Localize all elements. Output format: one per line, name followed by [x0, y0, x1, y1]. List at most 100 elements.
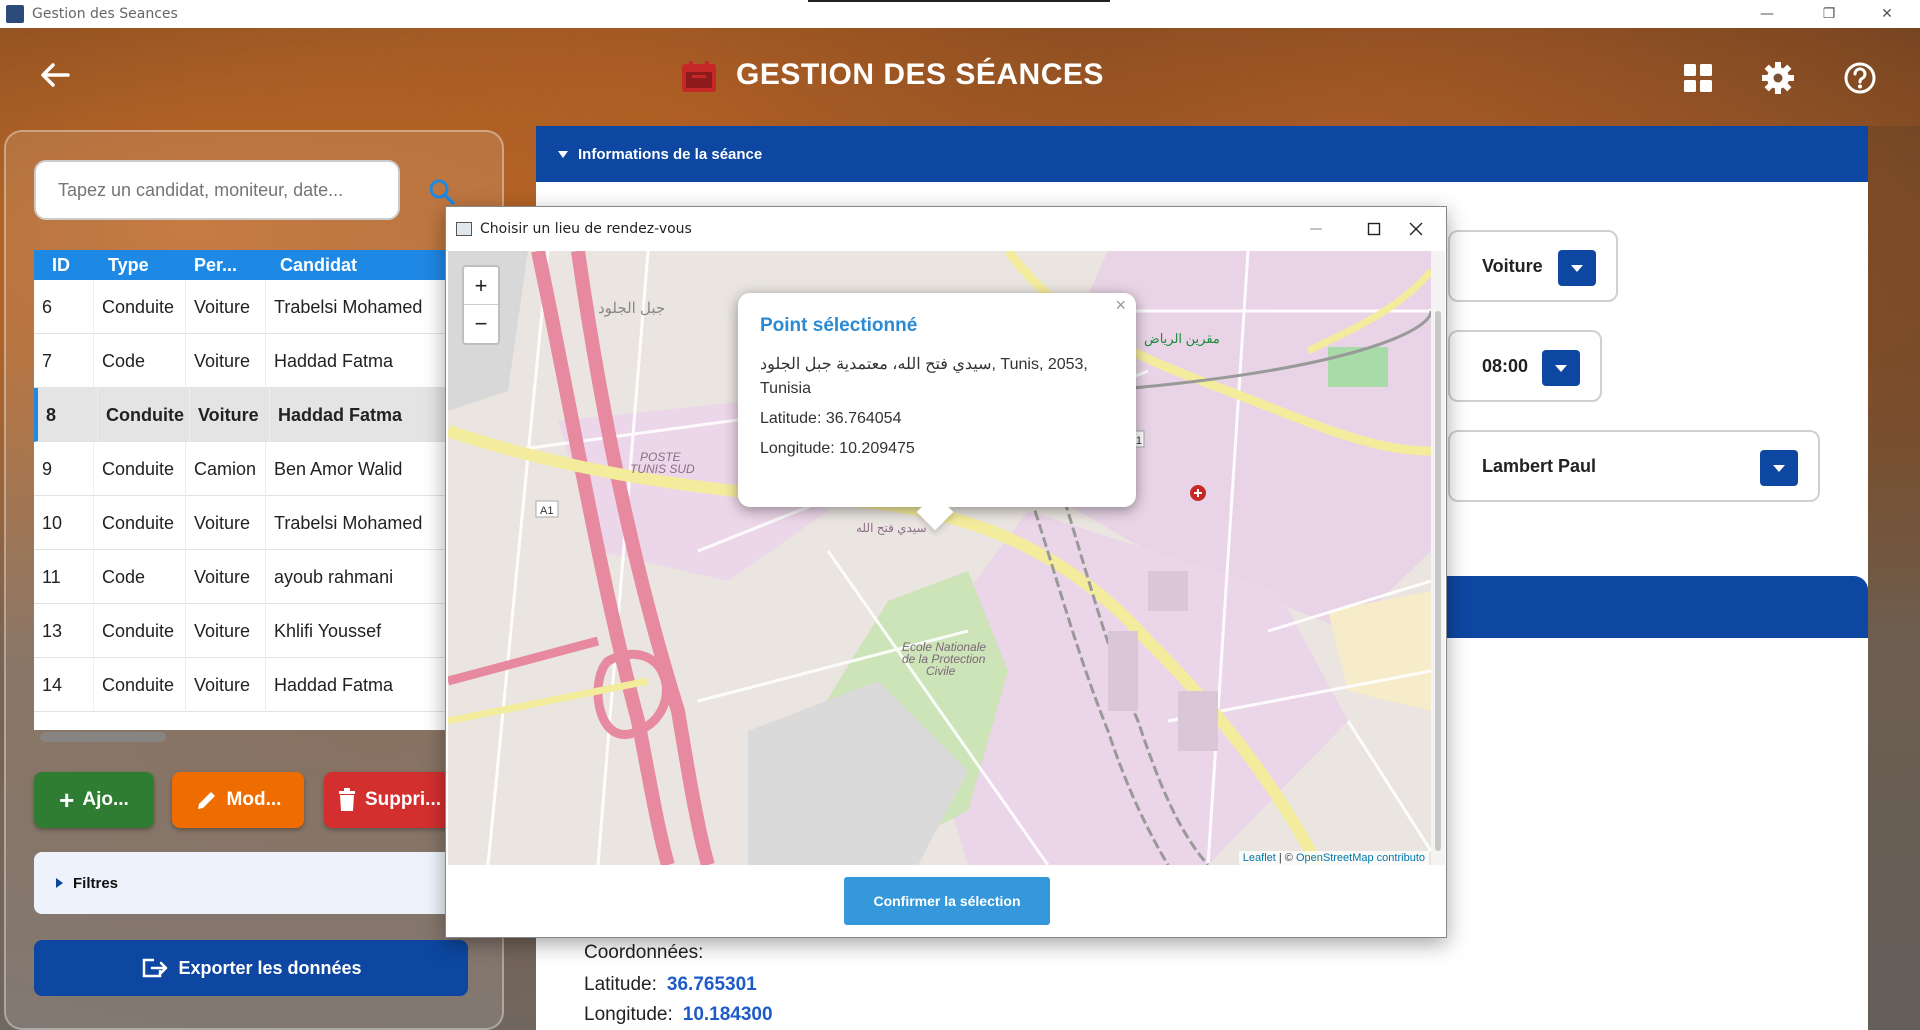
export-icon	[143, 958, 168, 978]
table-horizontal-scrollbar[interactable]	[40, 732, 166, 742]
gear-icon[interactable]	[1758, 58, 1798, 98]
cell-type: Conduite	[94, 495, 186, 550]
focus-indicator	[808, 0, 1110, 2]
cell-id: 7	[34, 333, 94, 388]
add-button[interactable]: + Ajo...	[34, 772, 154, 828]
table-row-selected[interactable]: 8 Conduite Voiture Haddad Fatma	[34, 387, 446, 442]
app-icon	[6, 5, 24, 23]
minimize-button[interactable]: —	[1744, 0, 1790, 28]
chevron-down-icon[interactable]	[1760, 450, 1798, 486]
latitude-label: Latitude:	[584, 974, 657, 995]
back-arrow-icon[interactable]	[38, 60, 72, 90]
help-icon[interactable]	[1840, 58, 1880, 98]
map-popup: × Point sélectionné سيدي فتح الله، معتمد…	[738, 293, 1136, 507]
dialog-title: Choisir un lieu de rendez-vous	[480, 221, 692, 237]
attribution-separator: | ©	[1275, 852, 1296, 864]
scrollbar-thumb[interactable]	[1435, 311, 1441, 851]
cell-candidat: Khlifi Youssef	[266, 603, 446, 658]
cell-id: 13	[34, 603, 94, 658]
collapse-arrow-icon	[558, 150, 568, 158]
chevron-down-icon[interactable]	[1542, 350, 1580, 386]
cell-permis: Voiture	[186, 603, 266, 658]
cell-permis: Voiture	[190, 387, 270, 442]
column-header-permis[interactable]: Per...	[186, 255, 266, 276]
plus-icon: +	[59, 785, 75, 815]
expand-arrow-icon	[56, 878, 63, 888]
table-row[interactable]: 13 Conduite Voiture Khlifi Youssef	[34, 603, 446, 658]
cell-id: 9	[34, 441, 94, 496]
popup-close-icon[interactable]: ×	[1115, 295, 1126, 316]
dialog-close-button[interactable]	[1394, 215, 1438, 243]
time-select[interactable]: 08:00	[1448, 330, 1602, 402]
popup-latitude: Latitude: 36.764054	[760, 410, 902, 427]
cell-id: 14	[34, 657, 94, 712]
section-header[interactable]	[1440, 576, 1868, 638]
cell-permis: Camion	[186, 441, 266, 496]
dialog-scrollbar[interactable]	[1431, 251, 1445, 865]
cell-id: 11	[34, 549, 94, 604]
chevron-down-icon[interactable]	[1558, 250, 1596, 286]
dialog-minimize-button[interactable]	[1294, 215, 1338, 243]
osm-link[interactable]: OpenStreetMap contributo	[1296, 852, 1425, 864]
delete-button[interactable]: Suppri...	[324, 772, 454, 828]
latitude-row: Latitude: 36.765301	[584, 974, 757, 996]
background-margin	[1868, 126, 1920, 1030]
table-row[interactable]: 9 Conduite Camion Ben Amor Walid	[34, 441, 446, 496]
restore-button[interactable]: ❐	[1806, 0, 1852, 28]
edit-button[interactable]: Mod...	[172, 772, 304, 828]
cell-permis: Voiture	[186, 495, 266, 550]
cell-id: 10	[34, 495, 94, 550]
cell-type: Conduite	[94, 657, 186, 712]
longitude-label: Longitude:	[584, 1004, 673, 1025]
vehicle-select[interactable]: Voiture	[1448, 230, 1618, 302]
moniteur-select[interactable]: Lambert Paul	[1448, 430, 1820, 502]
leaflet-link[interactable]: Leaflet	[1243, 852, 1276, 864]
table-row[interactable]: 14 Conduite Voiture Haddad Fatma	[34, 657, 446, 712]
table-row[interactable]: 10 Conduite Voiture Trabelsi Mohamed	[34, 495, 446, 550]
svg-text:TUNIS SUD: TUNIS SUD	[630, 462, 695, 476]
cell-candidat: Trabelsi Mohamed	[266, 279, 446, 334]
cell-candidat: Haddad Fatma	[266, 333, 446, 388]
close-button[interactable]: ✕	[1864, 0, 1910, 28]
filters-label: Filtres	[73, 874, 119, 892]
window-icon	[456, 222, 472, 236]
info-section-title: Informations de la séance	[578, 145, 763, 163]
export-button[interactable]: Exporter les données	[34, 940, 468, 996]
popup-longitude: Longitude: 10.209475	[760, 440, 915, 457]
latitude-value: 36.765301	[666, 974, 757, 995]
search-icon[interactable]	[428, 178, 456, 206]
zoom-control: + −	[462, 265, 500, 345]
os-window-title: Gestion des Seances	[32, 6, 178, 22]
cell-candidat: Ben Amor Walid	[266, 441, 446, 496]
map-view[interactable]: جبل الجلود POSTE TUNIS SUD سيدي فتح الله…	[448, 251, 1431, 865]
dashboard-grid-icon[interactable]	[1678, 58, 1718, 98]
cell-candidat: Trabelsi Mohamed	[266, 495, 446, 550]
time-select-value: 08:00	[1482, 355, 1529, 376]
trash-icon	[339, 788, 355, 811]
popup-title: Point sélectionné	[760, 315, 918, 336]
svg-text:سيدي فتح الله: سيدي فتح الله	[856, 521, 927, 535]
zoom-in-button[interactable]: +	[464, 267, 498, 305]
column-header-id[interactable]: ID	[34, 255, 94, 276]
cell-permis: Voiture	[186, 657, 266, 712]
column-header-type[interactable]: Type	[94, 255, 186, 276]
edit-button-label: Mod...	[226, 789, 282, 810]
pencil-icon	[197, 792, 215, 809]
column-header-candidat[interactable]: Candidat	[266, 255, 446, 276]
filters-accordion[interactable]: Filtres	[34, 852, 454, 914]
longitude-value: 10.184300	[682, 1004, 773, 1025]
dialog-maximize-button[interactable]	[1352, 215, 1396, 243]
moniteur-select-value: Lambert Paul	[1482, 455, 1597, 476]
delete-button-label: Suppri...	[365, 789, 441, 810]
cell-permis: Voiture	[186, 279, 266, 334]
longitude-row: Longitude: 10.184300	[584, 1004, 773, 1026]
search-input[interactable]	[34, 160, 400, 220]
page-title: GESTION DES SÉANCES	[736, 58, 1104, 91]
zoom-out-button[interactable]: −	[464, 305, 498, 343]
info-section-header[interactable]: Informations de la séance	[536, 126, 1868, 182]
confirm-selection-button[interactable]: Confirmer la sélection	[844, 877, 1050, 925]
cell-permis: Voiture	[186, 333, 266, 388]
table-row[interactable]: 7 Code Voiture Haddad Fatma	[34, 333, 446, 388]
table-row[interactable]: 6 Conduite Voiture Trabelsi Mohamed	[34, 279, 446, 334]
table-row[interactable]: 11 Code Voiture ayoub rahmani	[34, 549, 446, 604]
